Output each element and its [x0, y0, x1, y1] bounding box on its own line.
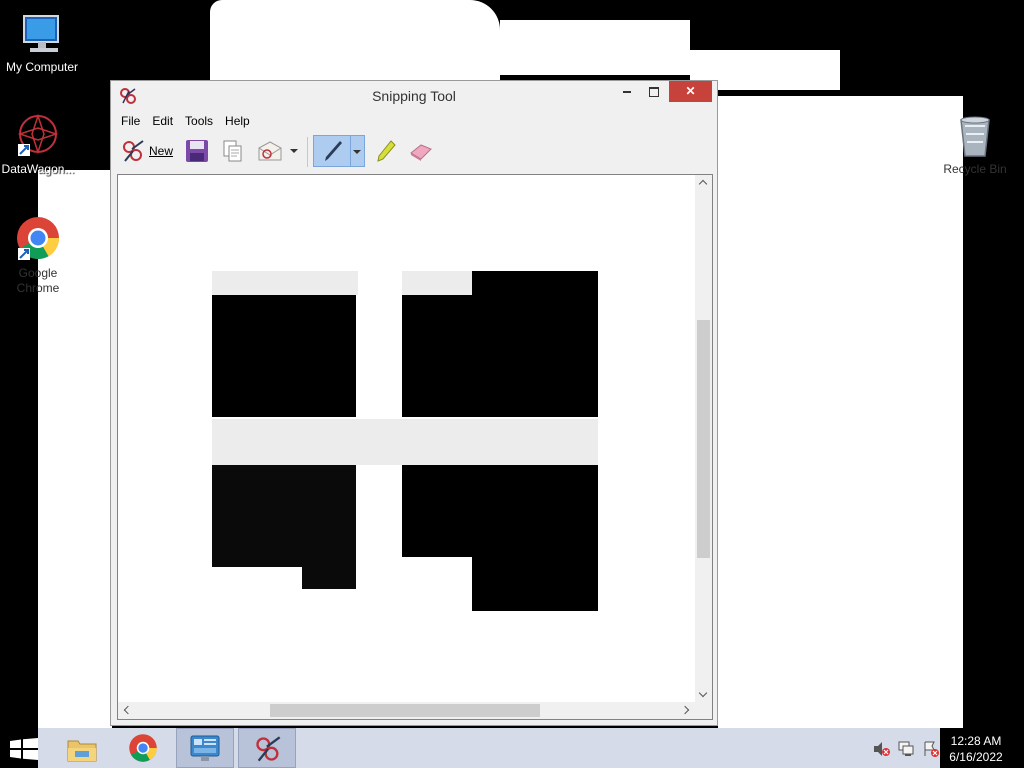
eraser-icon — [409, 141, 433, 166]
snip-shape — [212, 567, 302, 589]
close-button[interactable]: ✕ — [669, 81, 712, 102]
taskbar-file-explorer[interactable] — [54, 728, 110, 768]
windows-logo-icon — [10, 738, 38, 765]
snip-shape — [212, 419, 598, 465]
wallpaper-shape — [500, 20, 690, 75]
send-snip-button[interactable] — [253, 135, 285, 167]
snip-image — [212, 271, 600, 611]
desktop-icon-datawagon[interactable]: DataWagon... — [0, 112, 80, 177]
datawagon-icon — [14, 112, 62, 160]
maximize-button[interactable] — [641, 81, 667, 102]
horizontal-scrollbar[interactable] — [118, 702, 695, 719]
network-icon[interactable] — [898, 740, 916, 763]
folder-icon — [66, 735, 98, 768]
snip-shape — [402, 557, 472, 611]
desktop-icon-google-chrome[interactable]: Google Chrome — [0, 216, 80, 296]
desktop-icon-recycle-bin[interactable]: Recycle Bin — [933, 112, 1017, 177]
dropdown-arrow-icon — [290, 149, 298, 153]
close-icon: ✕ — [685, 84, 696, 98]
recycle-bin-icon — [951, 112, 999, 160]
minimize-button[interactable] — [615, 81, 639, 102]
taskbar-snipping-tool[interactable] — [238, 728, 296, 768]
menu-file[interactable]: File — [115, 111, 146, 131]
vertical-scroll-thumb[interactable] — [697, 320, 710, 558]
eraser-button[interactable] — [405, 135, 435, 167]
highlighter-icon — [375, 139, 397, 168]
new-label: New — [149, 144, 174, 158]
toolbar: New — [115, 133, 713, 169]
menu-tools[interactable]: Tools — [179, 111, 219, 131]
start-button[interactable] — [0, 728, 44, 768]
control-panel-icon — [190, 735, 220, 768]
desktop-icon-label: DataWagon... — [1, 162, 75, 176]
clock[interactable]: 12:28 AM 6/16/2022 — [944, 733, 1008, 765]
taskbar: 12:28 AM 6/16/2022 — [0, 728, 1024, 768]
action-center-icon[interactable] — [922, 740, 940, 763]
minimize-icon — [623, 90, 631, 93]
pen-icon — [322, 139, 344, 168]
clock-time: 12:28 AM — [950, 734, 1002, 748]
desktop-icon-label: My Computer — [5, 60, 79, 74]
snip-shape — [212, 271, 358, 295]
scroll-right-icon[interactable] — [680, 705, 690, 715]
clock-date: 6/16/2022 — [949, 750, 1003, 764]
copy-button[interactable] — [217, 135, 247, 167]
desktop-icon-label: Recycle Bin — [943, 162, 1007, 176]
taskbar-control-panel[interactable] — [176, 728, 234, 768]
new-snip-button[interactable]: New — [119, 135, 177, 167]
chrome-icon — [128, 733, 158, 768]
chrome-icon — [14, 216, 62, 264]
desktop-icon-my-computer[interactable]: My Computer — [0, 10, 84, 75]
computer-icon — [18, 10, 66, 58]
copy-icon — [221, 139, 245, 168]
floppy-disk-icon — [185, 139, 209, 168]
scroll-up-icon[interactable] — [698, 179, 708, 189]
snipping-tool-window: Snipping Tool ✕ File Edit Tools Help New — [110, 80, 718, 726]
snip-canvas[interactable] — [117, 174, 713, 720]
scissors-icon — [121, 139, 145, 168]
snip-shape — [402, 271, 472, 295]
horizontal-scroll-thumb[interactable] — [270, 704, 540, 717]
save-snip-button[interactable] — [181, 135, 211, 167]
wallpaper-shape — [718, 96, 963, 728]
toolbar-separator — [307, 137, 308, 167]
pen-dropdown-button[interactable] — [351, 135, 365, 167]
taskbar-chrome[interactable] — [116, 728, 172, 768]
highlighter-button[interactable] — [371, 135, 399, 167]
scroll-left-icon[interactable] — [123, 705, 133, 715]
scroll-down-icon[interactable] — [698, 688, 708, 698]
pen-button[interactable] — [313, 135, 351, 167]
wallpaper-shape — [210, 0, 500, 80]
dropdown-arrow-icon — [353, 150, 361, 154]
vertical-scrollbar[interactable] — [695, 175, 712, 702]
menu-edit[interactable]: Edit — [146, 111, 179, 131]
envelope-icon — [257, 140, 283, 167]
menu-bar: File Edit Tools Help — [115, 111, 256, 131]
volume-muted-icon[interactable] — [873, 741, 891, 762]
scissors-icon — [253, 735, 283, 768]
desktop-icon-label: Google Chrome — [16, 266, 60, 295]
menu-help[interactable]: Help — [219, 111, 256, 131]
send-dropdown-button[interactable] — [287, 135, 301, 167]
title-bar[interactable]: Snipping Tool ✕ — [111, 81, 717, 111]
maximize-icon — [649, 86, 659, 97]
size-grip[interactable] — [695, 702, 712, 719]
